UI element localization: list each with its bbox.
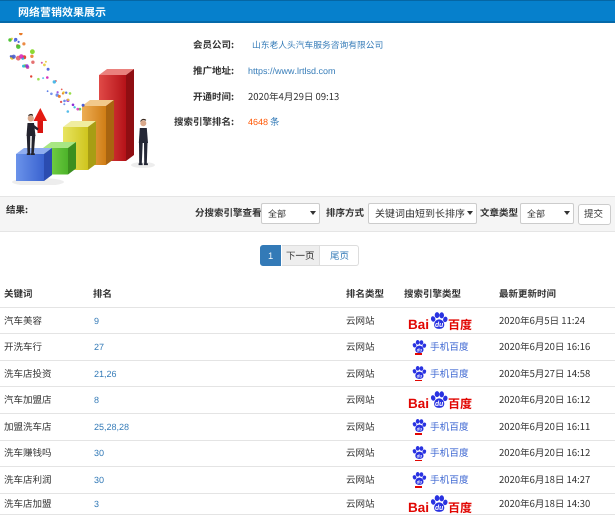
svg-text:du: du xyxy=(416,480,422,485)
svg-text:du: du xyxy=(416,453,422,458)
svg-text:du: du xyxy=(416,427,422,432)
svg-text:du: du xyxy=(416,347,422,352)
svg-text:du: du xyxy=(435,401,444,408)
svg-text:du: du xyxy=(435,322,444,329)
svg-text:du: du xyxy=(416,374,422,379)
svg-text:du: du xyxy=(435,505,444,512)
